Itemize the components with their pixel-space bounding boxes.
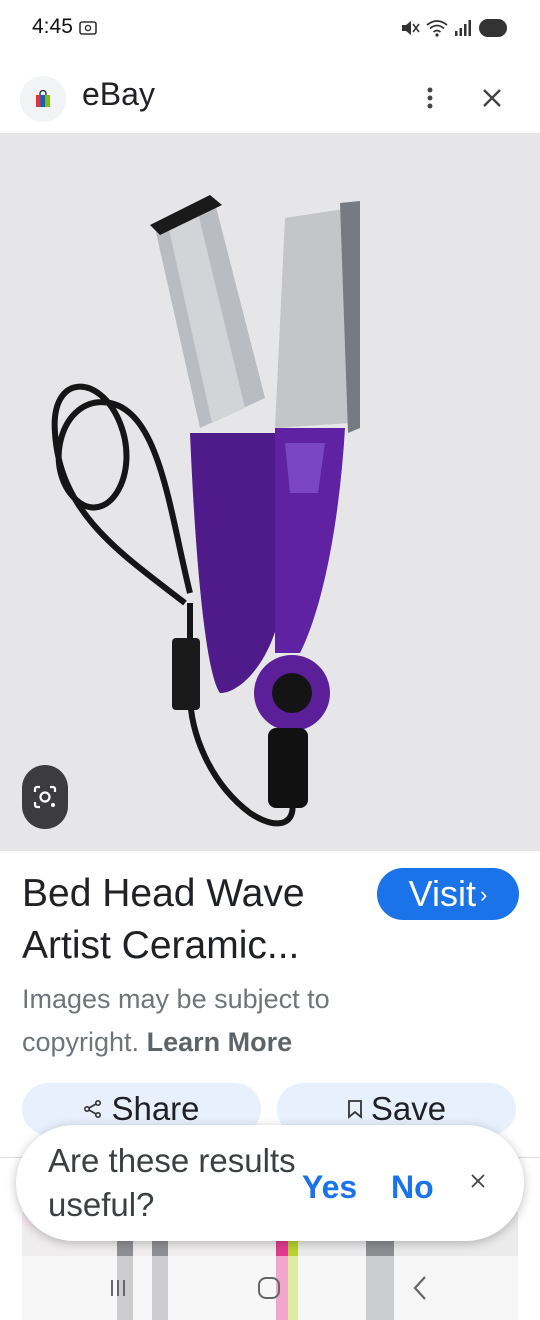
product-photo[interactable] bbox=[0, 133, 540, 851]
close-icon[interactable] bbox=[466, 1169, 490, 1193]
share-icon bbox=[84, 1099, 102, 1119]
more-vert-icon[interactable] bbox=[410, 78, 450, 118]
back-icon[interactable] bbox=[408, 1274, 432, 1302]
status-icons bbox=[400, 15, 510, 41]
share-label: Share bbox=[111, 1090, 200, 1127]
save-label: Save bbox=[370, 1090, 447, 1127]
bookmark-icon bbox=[347, 1100, 362, 1119]
signal-icon bbox=[455, 20, 471, 36]
site-name: eBay bbox=[82, 76, 155, 112]
status-time: 4:45 bbox=[32, 15, 73, 38]
shopping-bag-icon bbox=[20, 76, 66, 122]
browser-header: eBay bbox=[0, 58, 540, 134]
copyright-notice: Images may be subject to copyright. Lear… bbox=[22, 978, 422, 1064]
feedback-yes-button[interactable]: Yes bbox=[302, 1169, 357, 1206]
recent-apps-icon[interactable] bbox=[106, 1276, 130, 1300]
lens-search-icon[interactable] bbox=[22, 765, 68, 829]
system-nav-bar bbox=[0, 1256, 540, 1320]
feedback-question: Are these results useful? bbox=[48, 1142, 296, 1223]
home-icon[interactable] bbox=[257, 1276, 281, 1300]
chevron-right-icon: › bbox=[480, 882, 488, 907]
status-bar: 4:45 bbox=[0, 0, 540, 58]
battery-icon bbox=[479, 19, 507, 37]
mute-icon bbox=[402, 21, 420, 35]
learn-more-link[interactable]: Learn More bbox=[147, 1027, 293, 1057]
feedback-prompt: Are these results useful? Yes No bbox=[16, 1125, 524, 1241]
visit-label: Visit bbox=[408, 873, 477, 914]
feedback-no-button[interactable]: No bbox=[391, 1169, 434, 1206]
product-title: Bed Head Wave Artist Ceramic... bbox=[22, 872, 305, 967]
close-icon[interactable] bbox=[472, 78, 512, 118]
visit-button[interactable]: Visit › bbox=[377, 868, 519, 920]
wifi-icon bbox=[426, 20, 448, 37]
screenshot-icon bbox=[79, 21, 97, 35]
